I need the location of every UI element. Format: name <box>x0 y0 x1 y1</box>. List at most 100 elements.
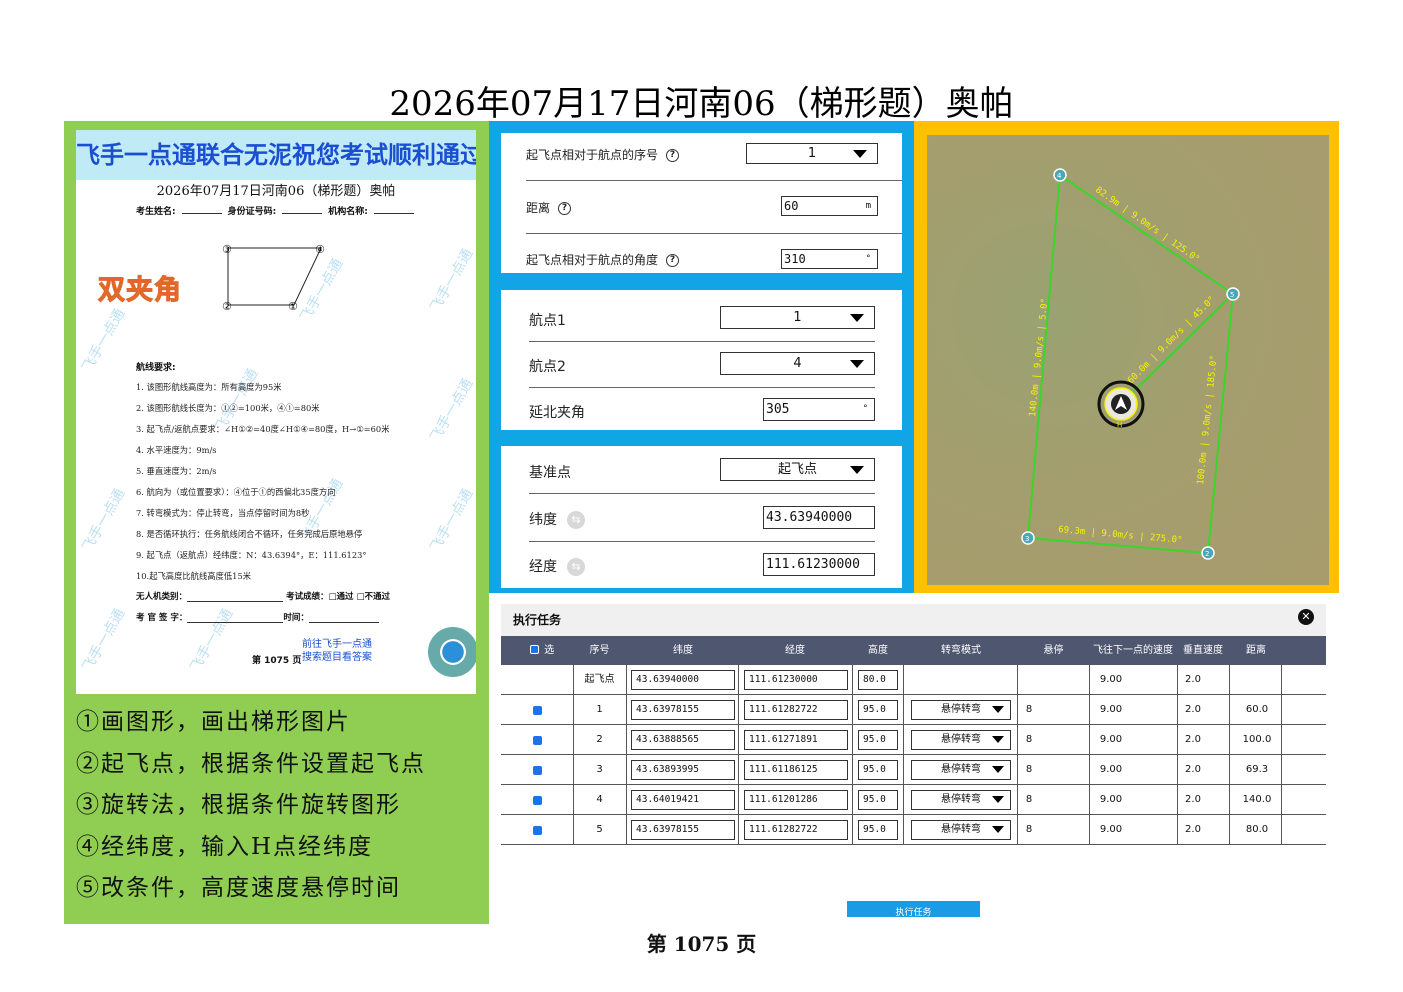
requirement: 5. 垂直速度为：2m/s <box>136 466 217 476</box>
lat-label: 纬度 <box>529 512 557 528</box>
north-angle-unit: ° <box>862 404 868 414</box>
row-lon-input[interactable]: 111.61271891 <box>744 730 848 750</box>
row-lat-input[interactable]: 43.63940000 <box>631 670 735 690</box>
help-icon[interactable]: ? <box>666 254 680 267</box>
help-icon[interactable]: ? <box>558 202 572 215</box>
row-lon-input[interactable]: 111.61186125 <box>744 760 848 780</box>
chevron-down-icon <box>992 826 1004 833</box>
field-org: 机构名称: <box>328 207 368 217</box>
select-all-checkbox[interactable] <box>529 645 539 654</box>
row-lat-input[interactable]: 43.63978155 <box>631 700 735 720</box>
row-checkbox[interactable] <box>533 766 542 775</box>
row-turn-select[interactable]: 悬停转弯 <box>911 820 1011 840</box>
point-1: ① <box>288 300 298 313</box>
row-alt-input[interactable]: 80.0 <box>858 670 898 690</box>
col-vspeed: 垂直速度 <box>1183 645 1223 656</box>
seq-select[interactable]: 1 <box>746 143 878 164</box>
row-hover: 8 <box>1025 734 1033 745</box>
swap-icon[interactable]: ⇆ <box>567 558 585 576</box>
trapezoid-diagram: ③ ④ ② ① <box>222 243 325 313</box>
row-lon-input[interactable]: 111.61230000 <box>744 670 848 690</box>
row-checkbox[interactable] <box>533 826 542 835</box>
wp1-select[interactable]: 1 <box>720 306 875 329</box>
swap-icon[interactable]: ⇆ <box>567 511 585 529</box>
exam-sheet: 飞手一点通联合无泥祝您考试顺利通过 2026年07月17日河南06（梯形题）奥帕… <box>76 130 476 694</box>
point-3: ③ <box>222 243 232 256</box>
row-lon-input[interactable]: 111.61282722 <box>744 700 848 720</box>
chevron-down-icon <box>850 359 864 368</box>
table-row: 起飞点 43.63940000 111.61230000 80.0 9.00 2.0 <box>501 665 1326 695</box>
route-label-top: 82.9m | 9.0m/s | 125.0° <box>1093 185 1201 265</box>
row-checkbox[interactable] <box>533 736 542 745</box>
row-alt-input[interactable]: 95.0 <box>858 760 898 780</box>
seq-value: 1 <box>807 146 817 161</box>
execute-task-button[interactable]: 执行任务 <box>847 901 980 917</box>
row-lon-input[interactable]: 111.61282722 <box>744 820 848 840</box>
requirement: 4. 水平速度为：9m/s <box>136 445 217 455</box>
row-vspeed: 2.0 <box>1185 764 1201 775</box>
row-turn-value: 悬停转弯 <box>941 704 981 715</box>
svg-text:5: 5 <box>1230 291 1234 299</box>
wp2-select[interactable]: 4 <box>720 352 875 375</box>
base-select[interactable]: 起飞点 <box>720 458 875 481</box>
row-hover: 8 <box>1025 794 1033 805</box>
step-item: ①画图形，画出梯形图片 <box>76 709 351 735</box>
row-turn-select[interactable]: 悬停转弯 <box>911 730 1011 750</box>
distance-unit: m <box>865 201 871 211</box>
row-speed: 9.00 <box>1099 734 1123 745</box>
base-value: 起飞点 <box>777 462 817 477</box>
requirement: 3. 起飞点/返航点要求：∠H①②=40度∠H①④=80度，H→①=60米 <box>136 424 390 434</box>
row-alt-input[interactable]: 95.0 <box>858 730 898 750</box>
waypoint-marker-2: 2 <box>1201 546 1215 560</box>
chevron-down-icon <box>850 465 864 474</box>
svg-text:4: 4 <box>1057 172 1062 180</box>
row-speed: 9.00 <box>1099 674 1123 685</box>
seq-label: 起飞点相对于航点的序号 <box>526 148 659 162</box>
help-icon[interactable]: ? <box>666 149 680 162</box>
point-4: ④ <box>315 243 325 256</box>
lon-input[interactable]: 111.61230000 <box>763 553 875 576</box>
field-name: 考生姓名: <box>136 207 176 217</box>
row-turn-select[interactable]: 悬停转弯 <box>911 700 1011 720</box>
close-icon[interactable]: ✕ <box>1298 609 1314 625</box>
row-checkbox[interactable] <box>533 796 542 805</box>
row-seq: 1 <box>596 704 603 715</box>
task-dialog-title: 执行任务 <box>513 613 562 627</box>
banner: 飞手一点通联合无泥祝您考试顺利通过 <box>76 130 476 180</box>
angle-input[interactable]: 310 ° <box>781 249 878 269</box>
angle-value: 310 <box>784 252 806 266</box>
distance-value: 60 <box>784 199 799 213</box>
footer-page-number: 第 1075 页 <box>646 932 757 956</box>
angle-unit: ° <box>865 254 871 264</box>
row-turn-select[interactable]: 悬停转弯 <box>911 760 1011 780</box>
sheet-page-number: 第 1075 页 <box>252 656 302 666</box>
row-alt-input[interactable]: 95.0 <box>858 700 898 720</box>
north-angle-input[interactable]: 305 ° <box>763 398 875 421</box>
row-lat-input[interactable]: 43.64019421 <box>631 790 735 810</box>
row-lat-input[interactable]: 43.63888565 <box>631 730 735 750</box>
row-distance: 100.0 <box>1242 734 1272 745</box>
lat-input[interactable]: 43.63940000 <box>763 506 875 529</box>
row-turn-select[interactable]: 悬停转弯 <box>911 790 1011 810</box>
base-point-card: 基准点 起飞点 纬度 ⇆ 43.63940000 经度 ⇆ 111.61230000 <box>501 446 902 588</box>
route-label-left: 140.0m | 9.0m/s | 5.0° <box>1028 298 1050 418</box>
distance-input[interactable]: 60 m <box>781 196 878 216</box>
col-select[interactable]: 选择 <box>516 636 556 685</box>
requirements-heading: 航线要求: <box>136 363 176 373</box>
row-distance: 69.3 <box>1245 764 1269 775</box>
row-lat-input[interactable]: 43.63893995 <box>631 760 735 780</box>
row-vspeed: 2.0 <box>1185 704 1201 715</box>
row-lat-input[interactable]: 43.63978155 <box>631 820 735 840</box>
row-lon-input[interactable]: 111.61201286 <box>744 790 848 810</box>
row-alt-input[interactable]: 95.0 <box>858 820 898 840</box>
row-checkbox[interactable] <box>533 706 542 715</box>
chevron-down-icon <box>992 796 1004 803</box>
exam-result-fields: 无人机类别： 考试成绩：□通过 □不通过 考 官 签 字： 时间： <box>136 590 466 632</box>
north-angle-label: 延北夹角 <box>529 405 585 421</box>
row-alt-input[interactable]: 95.0 <box>858 790 898 810</box>
promo-text: 前往飞手一点通 搜索题目看答案 <box>302 638 372 664</box>
table-row: 2 43.63888565 111.61271891 95.0 悬停转弯 8 9.00 2.0… <box>501 725 1326 755</box>
step-item: ③旋转法，根据条件旋转图形 <box>76 792 401 818</box>
satellite-map[interactable]: 82.9m | 9.0m/s | 125.0° 140.0m | 9.0m/s … <box>927 135 1329 585</box>
chevron-down-icon <box>992 766 1004 773</box>
